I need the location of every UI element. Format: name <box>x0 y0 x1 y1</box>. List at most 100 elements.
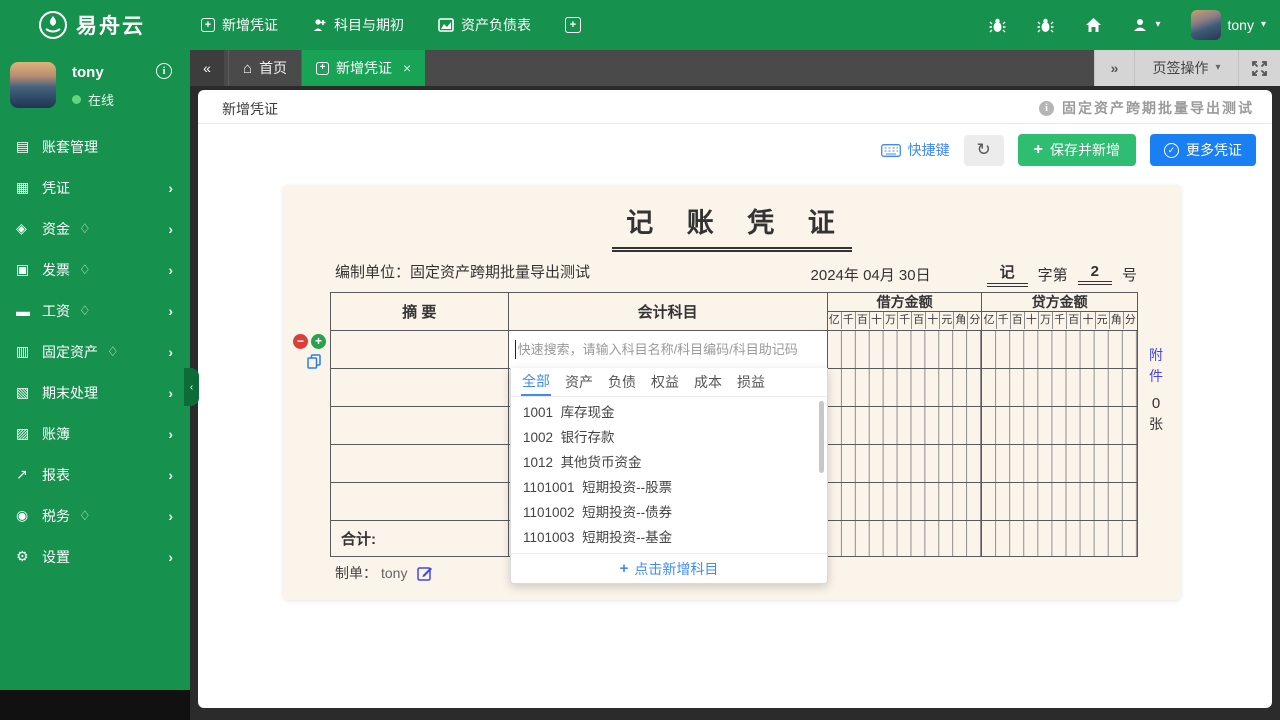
sidebar-menu: ▤ 账套管理 ▦ 凭证 › ◈ 资金 ♢ › ▣ 发票 ♢ › ▬ 工资 ♢ ›… <box>0 126 190 577</box>
sidebar-item-period-end[interactable]: ▧ 期末处理 › <box>0 372 190 413</box>
copy-row-icon[interactable] <box>307 354 329 369</box>
scrollbar-thumb[interactable] <box>819 401 824 473</box>
debug-icon[interactable] <box>988 16 1006 34</box>
sidebar-item-label: 期末处理 <box>42 384 98 401</box>
account-search-input[interactable] <box>508 331 827 368</box>
digit-unit: 百 <box>1011 312 1025 329</box>
sidebar-item-label: 凭证 <box>42 179 70 196</box>
sidebar-item-label: 报表 <box>42 466 70 483</box>
digit-unit: 十 <box>1025 312 1039 329</box>
tab-assets[interactable]: 资产 <box>564 368 594 396</box>
account-list-item[interactable]: 1101001 短期投资--股票 <box>511 475 827 500</box>
account-list-item[interactable]: 1002 银行存款 <box>511 425 827 450</box>
voucher-number-group: 2024年 04月 30日 记 字第 2 号 <box>811 261 1137 287</box>
account-list-item[interactable]: 1101003 短期投资--基金 <box>511 525 827 550</box>
sidebar-item-voucher[interactable]: ▦ 凭证 › <box>0 167 190 208</box>
tab-new-voucher[interactable]: + 新增凭证 × <box>302 50 426 86</box>
sidebar-user-card[interactable]: tony i 在线 <box>0 50 190 114</box>
tab-cost[interactable]: 成本 <box>693 368 723 396</box>
chevron-down-icon: ▾ <box>1155 19 1161 30</box>
account-list-item[interactable]: 1001 库存现金 <box>511 400 827 425</box>
account-list: 1001 库存现金 1002 银行存款 1012 其他货币资金 1101001 … <box>511 397 827 553</box>
ledger-icon: ▨ <box>16 425 30 441</box>
credit-cell[interactable] <box>982 331 1137 368</box>
attachment-link[interactable]: 件 <box>1145 366 1167 387</box>
voucher-number[interactable]: 2 <box>1077 263 1112 285</box>
refresh-button[interactable]: ↻ <box>963 134 1004 166</box>
logo-icon <box>38 10 68 40</box>
tab-profit-loss[interactable]: 损益 <box>736 368 766 396</box>
reports-icon: ↗ <box>16 466 28 482</box>
credit-cell[interactable] <box>982 483 1137 520</box>
attachment-link[interactable]: 附 <box>1145 345 1167 366</box>
debit-cell[interactable] <box>827 369 983 406</box>
summary-cell[interactable] <box>331 369 509 406</box>
debug-icon-2[interactable] <box>1036 16 1054 34</box>
credit-cell[interactable] <box>982 369 1137 406</box>
fullscreen-toggle-button[interactable] <box>1238 50 1280 86</box>
user-menu[interactable]: tony ▾ <box>1190 10 1266 40</box>
sidebar-item-settings[interactable]: ⚙ 设置 › <box>0 536 190 577</box>
account-list-item[interactable]: 1101002 短期投资--债券 <box>511 500 827 525</box>
attachment-count: 0 <box>1151 395 1161 412</box>
nav-subjects-opening[interactable]: 科目与期初 <box>312 15 404 35</box>
add-account-button[interactable]: + 点击新增科目 <box>511 553 827 583</box>
home-icon: ⌂ <box>243 59 253 77</box>
plus-square-icon: + <box>316 61 329 75</box>
shortcut-keys-link[interactable]: 快捷键 <box>880 140 950 160</box>
credit-cell[interactable] <box>982 407 1137 444</box>
role-switcher[interactable]: ▾ <box>1132 17 1161 33</box>
nav-balance-sheet[interactable]: 资产负债表 <box>438 15 531 35</box>
add-row-button[interactable]: + <box>311 333 326 349</box>
sidebar-item-funds[interactable]: ◈ 资金 ♢ › <box>0 208 190 249</box>
more-vouchers-button[interactable]: ✓ 更多凭证 <box>1150 134 1256 166</box>
company-watermark: i 固定资产跨期批量导出测试 <box>1039 98 1254 118</box>
tabs-scroll-right-button[interactable]: » <box>1094 50 1134 86</box>
sidebar-item-label: 账簿 <box>42 425 70 442</box>
tab-operations-dropdown[interactable]: 页签操作 ▾ <box>1134 50 1238 86</box>
account-list-item[interactable]: 1012 其他货币资金 <box>511 450 827 475</box>
brand-logo[interactable]: 易舟云 <box>38 10 145 40</box>
summary-cell[interactable] <box>331 331 509 368</box>
summary-cell[interactable] <box>331 483 509 520</box>
nav-new-voucher[interactable]: + 新增凭证 <box>201 15 278 35</box>
close-icon[interactable]: × <box>403 60 411 76</box>
premium-gem-icon: ♢ <box>107 343 119 359</box>
account-cell[interactable] <box>508 331 828 368</box>
save-and-new-button[interactable]: + 保存并新增 <box>1017 134 1136 166</box>
sidebar-item-label: 发票 <box>42 261 70 278</box>
sidebar-item-fixed-assets[interactable]: ▥ 固定资产 ♢ › <box>0 331 190 372</box>
sidebar-item-account-set[interactable]: ▤ 账套管理 <box>0 126 190 167</box>
sidebar-collapse-handle[interactable]: ‹ <box>184 368 199 406</box>
remove-row-button[interactable]: − <box>293 333 308 349</box>
debit-cell[interactable] <box>827 483 983 520</box>
credit-header-cell: 贷方金额 亿千百十万千百十元角分 <box>982 293 1137 330</box>
summary-cell[interactable] <box>331 445 509 482</box>
grid-plus-icon: + <box>565 17 581 33</box>
tab-label: 首页 <box>259 60 288 76</box>
credit-cell[interactable] <box>982 445 1137 482</box>
avatar <box>10 62 56 108</box>
tabs-scroll-left-button[interactable]: « <box>190 50 224 86</box>
summary-cell[interactable] <box>331 407 509 444</box>
tab-all[interactable]: 全部 <box>521 368 551 396</box>
tab-home[interactable]: ⌂ 首页 <box>228 50 303 86</box>
sidebar-item-tax[interactable]: ◉ 税务 ♢ › <box>0 495 190 536</box>
debit-cell[interactable] <box>827 445 983 482</box>
home-icon[interactable] <box>1084 16 1102 34</box>
preparer-name: tony <box>381 565 408 581</box>
edit-preparer-icon[interactable] <box>417 565 433 581</box>
info-icon[interactable]: i <box>156 63 172 79</box>
tab-equity[interactable]: 权益 <box>650 368 680 396</box>
debit-cell[interactable] <box>827 407 983 444</box>
status-label: 在线 <box>88 93 115 108</box>
voucher-date[interactable]: 2024年 04月 30日 <box>811 264 931 285</box>
tab-liabilities[interactable]: 负债 <box>607 368 637 396</box>
sidebar-item-ledger[interactable]: ▨ 账簿 › <box>0 413 190 454</box>
sidebar-item-invoice[interactable]: ▣ 发票 ♢ › <box>0 249 190 290</box>
sidebar-item-reports[interactable]: ↗ 报表 › <box>0 454 190 495</box>
nav-grid-plus[interactable]: + <box>565 17 581 33</box>
sidebar-item-payroll[interactable]: ▬ 工资 ♢ › <box>0 290 190 331</box>
voucher-word[interactable]: 记 <box>986 261 1028 287</box>
debit-cell[interactable] <box>827 331 983 368</box>
